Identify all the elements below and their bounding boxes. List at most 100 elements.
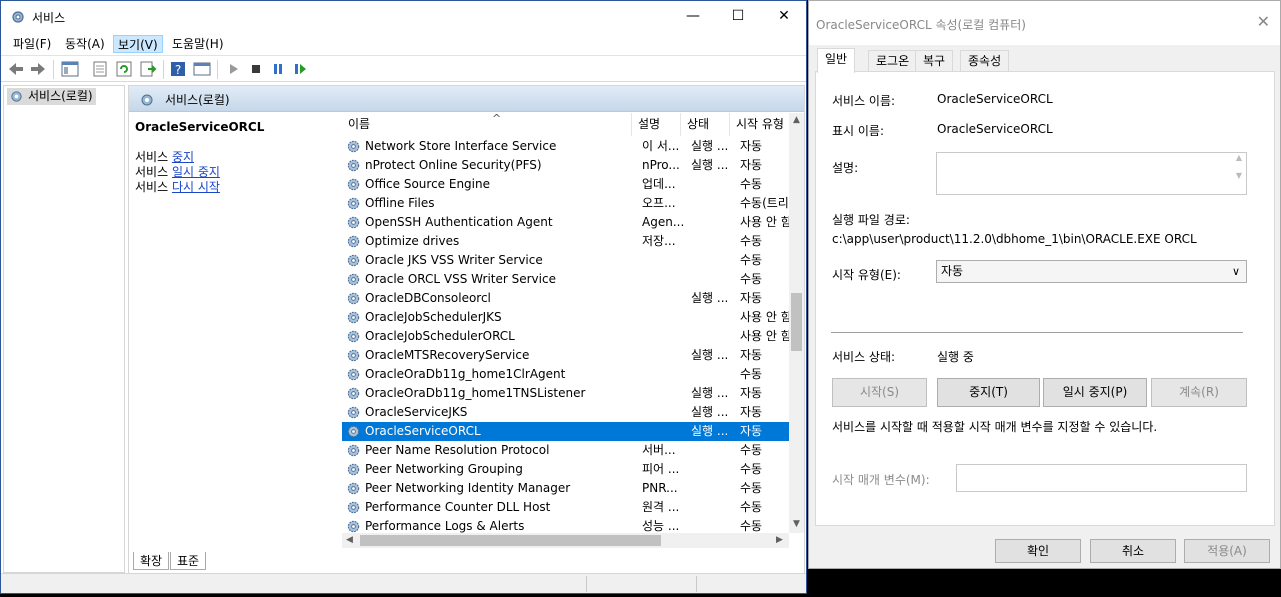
cell-status: 실행 ... (691, 424, 729, 438)
vertical-scrollbar[interactable]: ▲ ▼ (789, 113, 804, 533)
table-row[interactable]: Offline Files 오프... 수동(트리 (342, 194, 789, 213)
menu-action[interactable]: 동작(A) (61, 35, 109, 53)
action-pause: 서비스 일시 중지 (135, 165, 220, 179)
apply-button[interactable]: 적용(A) (1184, 539, 1270, 563)
tab-standard[interactable]: 표준 (170, 552, 207, 570)
table-row[interactable]: Oracle JKS VSS Writer Service 수동 (342, 251, 789, 270)
cell-name: OracleJobSchedulerORCL (365, 329, 515, 343)
table-row[interactable]: OracleJobSchedulerJKS 사용 안 함 (342, 308, 790, 327)
param-help-text: 서비스를 시작할 때 적용할 시작 매개 변수를 지정할 수 있습니다. (832, 420, 1158, 434)
services-gear-icon (12, 11, 24, 23)
close-button[interactable]: ✕ (761, 1, 807, 32)
column-header-description[interactable]: 설명 (632, 113, 681, 136)
cell-status: 실행 ... (691, 158, 729, 172)
table-row[interactable]: OracleJobSchedulerORCL 사용 안 함 (342, 327, 790, 346)
tab-extended[interactable]: 확장 (133, 552, 170, 570)
help-icon[interactable]: ? (169, 60, 187, 78)
table-row[interactable]: OracleDBConsoleorcl 실행 ... 자동 (342, 289, 789, 308)
minimize-button[interactable]: — (670, 1, 716, 32)
table-row[interactable]: Office Source Engine 업데... 수동 (342, 175, 789, 194)
service-gear-icon (347, 349, 360, 362)
export-list-icon[interactable] (139, 60, 157, 78)
horizontal-scroll-thumb[interactable] (360, 535, 661, 546)
cell-name: Optimize drives (365, 234, 460, 248)
scroll-up-icon[interactable]: ▲ (789, 115, 804, 125)
table-row[interactable]: Performance Counter DLL Host 원격 ... 수동 (342, 498, 789, 517)
ok-button[interactable]: 확인 (995, 539, 1081, 563)
console-view-icon[interactable] (193, 60, 211, 78)
table-row[interactable]: Peer Name Resolution Protocol 서버... 수동 (342, 441, 789, 460)
toolbar: ? (1, 55, 806, 82)
back-arrow-icon[interactable] (7, 60, 25, 78)
scroll-right-icon[interactable]: ▶ (772, 533, 787, 548)
tab-general[interactable]: 일반 (817, 48, 856, 73)
description-field[interactable]: ▲ ▼ (936, 152, 1247, 195)
console-tree: 서비스(로컬) (3, 85, 125, 573)
cell-name: Peer Networking Grouping (365, 462, 523, 476)
column-header-name[interactable]: 이름 ^ (342, 112, 632, 136)
service-gear-icon (347, 425, 360, 438)
horizontal-scrollbar[interactable]: ◀ ▶ (342, 533, 789, 548)
restart-service-link[interactable]: 다시 시작 (172, 180, 220, 194)
table-row[interactable]: OracleOraDb11g_home1ClrAgent 수동 (342, 365, 789, 384)
service-gear-icon (347, 178, 360, 191)
cell-name: OracleDBConsoleorcl (365, 291, 491, 305)
tab-dependencies[interactable]: 종속성 (960, 50, 1010, 72)
cancel-button[interactable]: 취소 (1090, 539, 1176, 563)
forward-arrow-icon[interactable] (29, 60, 47, 78)
svg-text:?: ? (175, 63, 181, 77)
table-row[interactable]: Optimize drives 저장... 수동 (342, 232, 789, 251)
stop-button[interactable]: 중지(T) (937, 378, 1040, 407)
cell-name: OracleServiceJKS (365, 405, 468, 419)
sort-ascending-icon: ^ (492, 112, 502, 125)
pane-header: 서비스(로컬) (129, 86, 804, 112)
table-row[interactable]: Oracle ORCL VSS Writer Service 수동 (342, 270, 789, 289)
divider (831, 332, 1243, 333)
tab-recovery[interactable]: 복구 (915, 50, 954, 72)
start-service-icon[interactable] (225, 60, 243, 78)
table-row[interactable]: OracleServiceJKS 실행 ... 자동 (342, 403, 789, 422)
table-row-selected[interactable]: OracleServiceORCL 실행 ... 자동 (342, 422, 789, 441)
column-header-status[interactable]: 상태 (681, 113, 730, 136)
description-scrollbar[interactable]: ▲ ▼ (1232, 153, 1246, 194)
tree-node-services-local[interactable]: 서비스(로컬) (7, 88, 96, 105)
cell-startup-type: 수동 (740, 443, 763, 457)
properties-page-icon[interactable] (91, 60, 109, 78)
show-hide-console-tree-icon[interactable] (61, 60, 79, 78)
menu-help[interactable]: 도움말(H) (168, 35, 228, 53)
stop-service-link[interactable]: 중지 (172, 150, 194, 164)
maximize-button[interactable]: ☐ (715, 1, 761, 32)
restart-service-icon[interactable] (291, 60, 309, 78)
tab-logon[interactable]: 로그온 (868, 50, 918, 72)
start-button[interactable]: 시작(S) (832, 378, 927, 407)
refresh-icon[interactable] (115, 60, 133, 78)
table-row[interactable]: Peer Networking Grouping 피어 ... 수동 (342, 460, 789, 479)
table-row[interactable]: OracleOraDb11g_home1TNSListener 실행 ... 자동 (342, 384, 789, 403)
service-gear-icon (347, 273, 360, 286)
menu-view[interactable]: 보기(V) (113, 35, 163, 53)
pause-button[interactable]: 일시 중지(P) (1043, 378, 1147, 407)
pause-service-link[interactable]: 일시 중지 (172, 165, 220, 179)
vertical-scroll-thumb[interactable] (791, 293, 802, 351)
table-row[interactable]: OpenSSH Authentication Agent Agen... 사용 안 … (342, 213, 790, 232)
start-param-input[interactable] (956, 464, 1247, 492)
resume-button[interactable]: 계속(R) (1151, 378, 1247, 407)
table-row[interactable]: nProtect Online Security(PFS) nPro... 실행 .… (342, 156, 789, 175)
dialog-title: OracleServiceORCL 속성(로컬 컴퓨터) (816, 18, 1026, 32)
dialog-close-icon[interactable]: ✕ (1257, 12, 1270, 31)
startup-type-select[interactable]: 자동 ∨ (936, 260, 1247, 283)
pause-service-icon[interactable] (269, 60, 287, 78)
cell-name: OpenSSH Authentication Agent (365, 215, 553, 229)
table-row[interactable]: OracleMTSRecoveryService 실행 ... 자동 (342, 346, 789, 365)
stop-service-icon[interactable] (247, 60, 265, 78)
table-row[interactable]: Network Store Interface Service 이 서... 실행 … (342, 137, 789, 156)
cell-description: 오프... (642, 196, 676, 210)
cell-startup-type: 사용 안 함 (740, 329, 790, 343)
column-header-startup-type[interactable]: 시작 유형 (730, 113, 792, 136)
service-gear-icon (347, 501, 360, 514)
table-row[interactable]: Peer Networking Identity Manager PNR... 수동 (342, 479, 789, 498)
scroll-left-icon[interactable]: ◀ (342, 533, 357, 548)
cell-startup-type: 수동 (740, 500, 763, 514)
menu-file[interactable]: 파일(F) (9, 35, 55, 53)
scroll-down-icon[interactable]: ▼ (789, 519, 804, 529)
